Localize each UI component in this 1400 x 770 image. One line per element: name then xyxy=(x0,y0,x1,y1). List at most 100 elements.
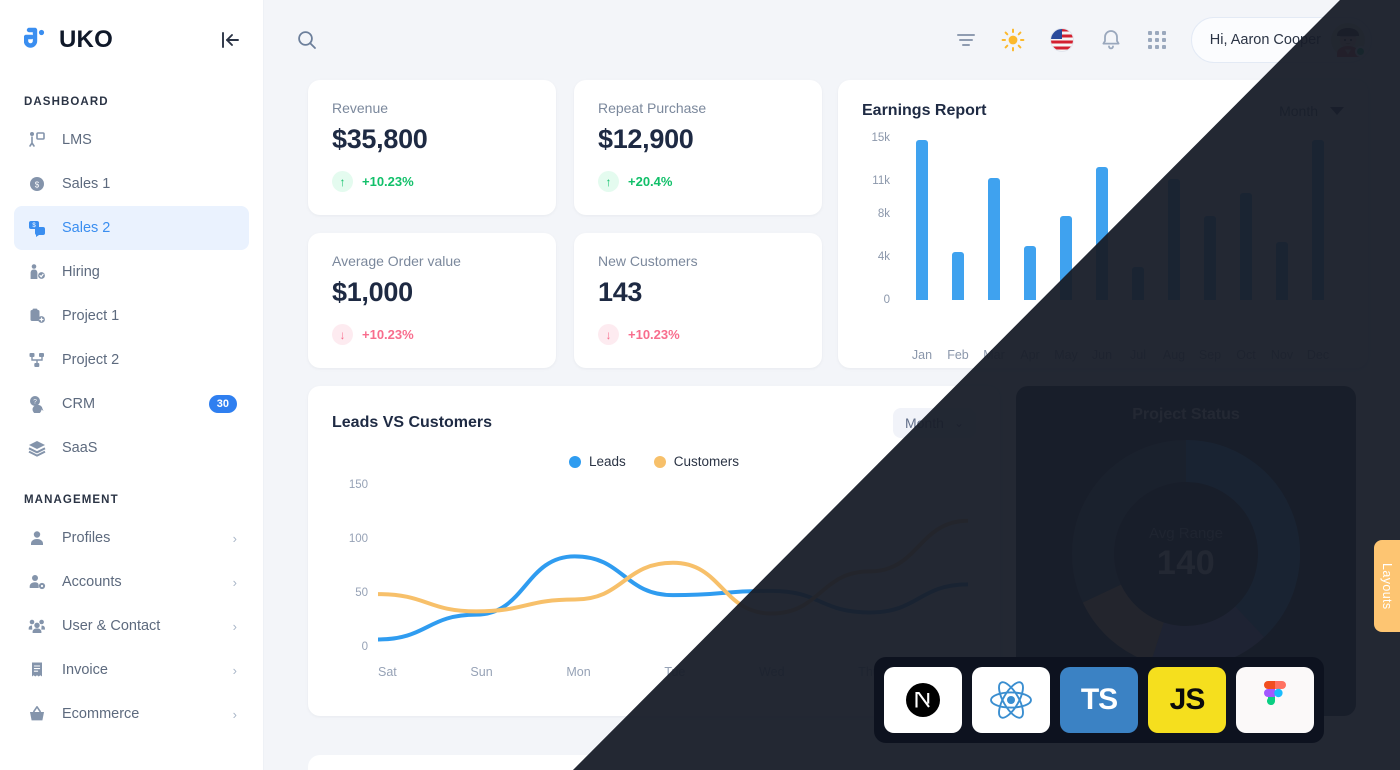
donut-slice-orange[interactable] xyxy=(1082,583,1165,663)
legend-label: Leads xyxy=(588,454,626,469)
leads-y-tick: 0 xyxy=(361,641,368,653)
arrow-down-icon: ↓ xyxy=(598,324,619,345)
us-flag-icon[interactable] xyxy=(1049,27,1075,53)
earnings-bar xyxy=(1276,241,1288,300)
kpi-delta: ↑ +20.4% xyxy=(598,171,798,192)
react-icon[interactable] xyxy=(972,667,1050,733)
app-root: UKO DASHBOARD LMS $ Sales 1 $ Sales 2 Hi… xyxy=(0,0,1400,770)
sidebar-item-label: Profiles xyxy=(62,530,111,546)
kpi-card-new-customers: New Customers 143 ↓ +10.23% xyxy=(574,233,822,368)
online-status-dot xyxy=(1355,46,1366,57)
kpi-delta-text: +20.4% xyxy=(628,174,673,189)
earnings-bar-column[interactable] xyxy=(1156,138,1192,300)
leads-x-tick: Sun xyxy=(470,665,493,679)
earnings-x-tick: Jun xyxy=(1091,348,1113,362)
earnings-y-axis: 0 4k 8k 11k 15k xyxy=(862,132,896,306)
search-icon[interactable] xyxy=(296,29,318,51)
legend-dot-leads xyxy=(568,455,581,468)
earnings-report-card: Earnings Report Month 0 4k 8k 11k 15k Jan Feb… xyxy=(838,80,1368,368)
leads-header: Leads VS Customers Month ⌄ xyxy=(332,408,976,438)
earnings-bar-column[interactable] xyxy=(1084,138,1120,300)
sun-theme-icon[interactable] xyxy=(1001,28,1025,52)
chevron-down-icon xyxy=(1330,107,1344,115)
kpi-delta: ↑ +10.23% xyxy=(332,171,532,192)
sidebar-item-ecommerce[interactable]: Ecommerce › xyxy=(14,692,249,736)
sidebar-item-project-2[interactable]: Project 2 xyxy=(14,338,249,382)
earnings-x-tick: Dec xyxy=(1306,348,1330,362)
earnings-bar-column[interactable] xyxy=(976,138,1012,300)
sidebar-section-management-title: MANAGEMENT xyxy=(24,494,119,506)
apps-grid-icon[interactable] xyxy=(1147,30,1167,50)
earnings-bar-column[interactable] xyxy=(1300,138,1336,300)
kpi-delta-text: +10.23% xyxy=(362,327,414,342)
nextjs-icon[interactable] xyxy=(884,667,962,733)
earnings-y-tick: 4k xyxy=(877,250,890,263)
sidebar-item-accounts[interactable]: Accounts › xyxy=(14,560,249,604)
leads-x-tick: Tue xyxy=(664,665,686,679)
sidebar-item-lms[interactable]: LMS xyxy=(14,118,249,162)
layouts-tab-label: Layouts xyxy=(1380,562,1394,610)
sidebar-item-label: SaaS xyxy=(62,440,98,456)
sidebar-item-label: Hiring xyxy=(62,264,100,280)
earnings-bar xyxy=(1168,179,1180,300)
sidebar-item-saas[interactable]: SaaS xyxy=(14,426,249,470)
leads-range-select[interactable]: Month ⌄ xyxy=(893,408,976,438)
sidebar-item-sales-1[interactable]: $ Sales 1 xyxy=(14,162,249,206)
leads-x-tick: Sat xyxy=(378,665,397,679)
typescript-label: TS xyxy=(1080,683,1118,716)
collapse-sidebar-icon[interactable] xyxy=(219,29,241,51)
leads-range-label: Month xyxy=(905,415,944,431)
earnings-bar xyxy=(988,177,1000,300)
kpi-value: $12,900 xyxy=(598,124,694,154)
crm-chat-icon: ? xyxy=(26,393,48,415)
avatar xyxy=(1331,23,1366,57)
sidebar-item-sales-2[interactable]: $ Sales 2 xyxy=(14,206,249,250)
javascript-icon[interactable]: JS xyxy=(1148,667,1226,733)
brand[interactable]: UKO xyxy=(23,26,113,54)
earnings-bar-column[interactable] xyxy=(1264,138,1300,300)
kpi-card-repeat-purchase: Repeat Purchase $12,900 ↑ +20.4% xyxy=(574,80,822,215)
user-menu[interactable]: Hi, Aaron Cooper xyxy=(1190,17,1372,63)
earnings-bar-column[interactable] xyxy=(1012,138,1048,300)
legend-label: Customers xyxy=(673,454,740,469)
sidebar-item-label: CRM xyxy=(62,396,96,412)
layers-icon xyxy=(26,437,48,459)
layouts-tab-button[interactable]: Layouts xyxy=(1374,540,1400,632)
sidebar-item-profiles[interactable]: Profiles › xyxy=(14,516,249,560)
sidebar: UKO DASHBOARD LMS $ Sales 1 $ Sales 2 Hi… xyxy=(0,0,264,770)
brand-name: UKO xyxy=(59,26,113,53)
earnings-bar-column[interactable] xyxy=(904,138,940,300)
donut-slice-purple[interactable] xyxy=(1150,605,1265,668)
leads-series-line-customers xyxy=(378,521,968,614)
earnings-x-tick: May xyxy=(1054,348,1078,362)
users-icon xyxy=(26,615,48,637)
sidebar-item-crm[interactable]: ? CRM 30 xyxy=(14,382,249,426)
hiring-person-icon xyxy=(26,261,48,283)
chevron-right-icon: › xyxy=(232,530,237,546)
figma-icon[interactable] xyxy=(1236,667,1314,733)
earnings-bar-column[interactable] xyxy=(1120,138,1156,300)
sidebar-item-hiring[interactable]: Hiring xyxy=(14,250,249,294)
earnings-x-tick: Feb xyxy=(947,348,969,362)
bell-notification-icon[interactable] xyxy=(1099,28,1123,52)
leads-y-tick: 50 xyxy=(355,587,368,600)
earnings-bar-column[interactable] xyxy=(1048,138,1084,300)
filter-lines-icon[interactable] xyxy=(955,30,977,50)
chevron-down-icon: ⌄ xyxy=(953,416,964,430)
chevron-right-icon: › xyxy=(232,574,237,590)
earnings-range-select[interactable]: Month xyxy=(1279,103,1344,119)
earnings-header: Earnings Report Month xyxy=(862,102,1344,120)
sidebar-brand-row: UKO xyxy=(0,0,263,80)
sidebar-item-user-contact[interactable]: User & Contact › xyxy=(14,604,249,648)
sidebar-item-invoice[interactable]: Invoice › xyxy=(14,648,249,692)
kpi-delta-text: +10.23% xyxy=(628,327,680,342)
earnings-bar-column[interactable] xyxy=(1228,138,1264,300)
typescript-icon[interactable]: TS xyxy=(1060,667,1138,733)
chevron-right-icon: › xyxy=(232,706,237,722)
earnings-x-tick: Apr xyxy=(1020,348,1040,362)
earnings-y-tick: 8k xyxy=(877,207,890,220)
sidebar-item-label: Project 2 xyxy=(62,352,120,368)
earnings-bar-column[interactable] xyxy=(940,138,976,300)
sidebar-item-project-1[interactable]: Project 1 xyxy=(14,294,249,338)
earnings-bar-column[interactable] xyxy=(1192,138,1228,300)
